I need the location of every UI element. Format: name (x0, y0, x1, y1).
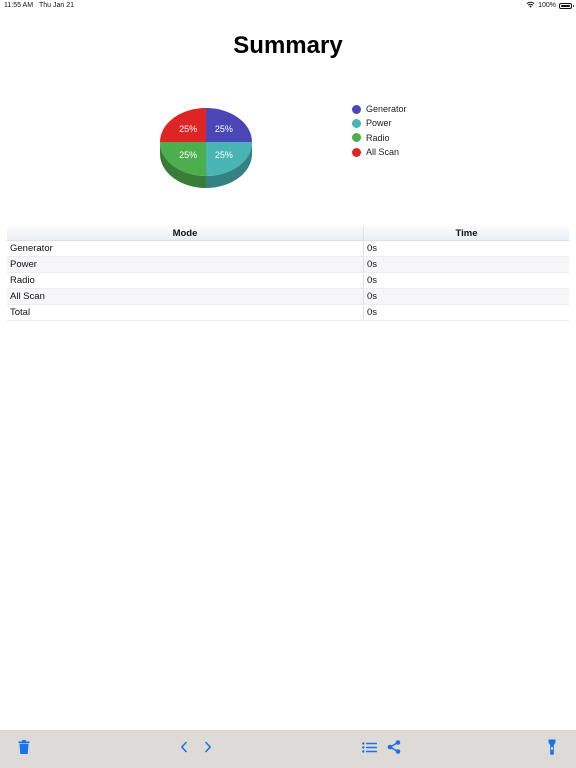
pie-chart-svg: 25% 25% 25% 25% (160, 108, 252, 188)
pie-label-generator: 25% (215, 124, 233, 134)
next-button[interactable] (198, 730, 218, 768)
table-row: Total 0s (7, 304, 569, 321)
pie-chart: 25% 25% 25% 25% (150, 100, 266, 200)
legend-label: Generator (366, 104, 407, 115)
legend-swatch (352, 104, 361, 114)
list-icon (361, 740, 377, 758)
legend-swatch (352, 133, 361, 143)
legend-swatch (352, 118, 361, 128)
battery-icon (559, 2, 574, 9)
legend-item: Generator (352, 102, 407, 116)
flashlight-button[interactable] (542, 730, 562, 768)
cell-mode: Power (7, 256, 364, 273)
delete-button[interactable] (12, 730, 36, 768)
table-row: All Scan 0s (7, 288, 569, 305)
table-row: Power 0s (7, 256, 569, 273)
status-time: 11:55 AM (4, 2, 34, 9)
pie-label-power: 25% (215, 150, 233, 160)
pie-label-radio: 25% (179, 150, 197, 160)
list-button[interactable] (358, 730, 380, 768)
cell-time: 0s (363, 256, 569, 273)
table-row: Generator 0s (7, 240, 569, 257)
page-title: Summary (233, 32, 343, 59)
column-header-mode: Mode (7, 226, 364, 241)
cell-time: 0s (363, 240, 569, 257)
cell-time: 0s (363, 288, 569, 305)
previous-button[interactable] (174, 730, 194, 768)
bottom-toolbar (0, 730, 576, 768)
legend-swatch (352, 147, 361, 157)
cell-time: 0s (363, 304, 569, 321)
legend-item: All Scan (352, 145, 407, 159)
column-header-time: Time (363, 226, 569, 241)
chart-legend: Generator Power Radio All Scan (352, 102, 407, 159)
wifi-icon (526, 1, 535, 10)
status-bar: 11:55 AM Thu Jan 21 100% (0, 0, 576, 12)
summary-table: Mode Time Generator 0s Power 0s Radio 0s… (7, 226, 569, 321)
trash-icon (18, 739, 30, 759)
legend-item: Power (352, 116, 407, 130)
legend-label: Radio (366, 132, 390, 143)
cell-mode: All Scan (7, 288, 364, 305)
cell-time: 0s (363, 272, 569, 289)
status-date: Thu Jan 21 (39, 2, 75, 9)
table-row: Radio 0s (7, 272, 569, 289)
cell-mode: Generator (7, 240, 364, 257)
status-right: 100% (526, 1, 574, 10)
cell-mode: Total (7, 304, 364, 321)
table-header-row: Mode Time (7, 226, 569, 241)
battery-percent: 100% (538, 2, 556, 9)
chevron-left-icon (180, 740, 188, 758)
legend-item: Radio (352, 131, 407, 145)
share-button[interactable] (383, 730, 405, 768)
legend-label: All Scan (366, 147, 400, 158)
legend-label: Power (366, 118, 392, 129)
share-icon (387, 739, 401, 759)
flashlight-icon (548, 739, 556, 760)
cell-mode: Radio (7, 272, 364, 289)
chevron-right-icon (204, 740, 212, 758)
pie-label-all-scan: 25% (179, 124, 197, 134)
